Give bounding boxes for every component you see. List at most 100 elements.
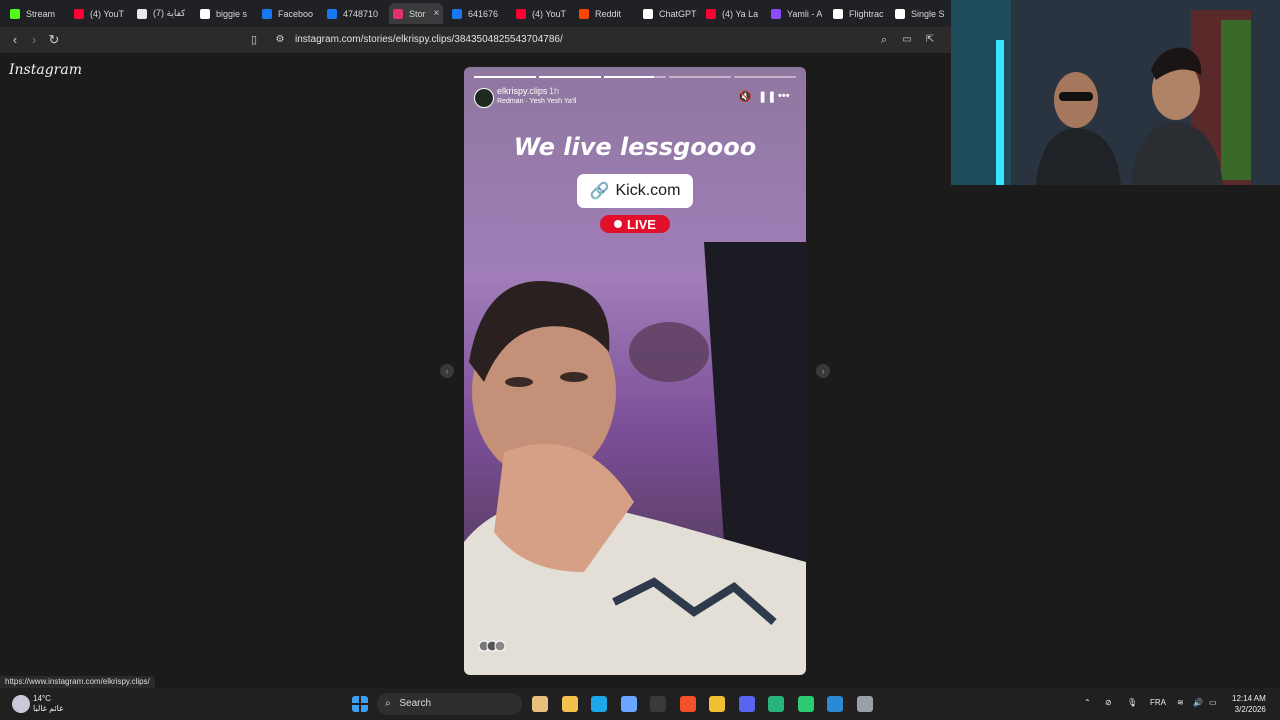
- tab-favicon-icon: [516, 8, 526, 19]
- zoom-icon[interactable]: ⌕: [876, 32, 892, 48]
- avatar[interactable]: [474, 88, 494, 108]
- tab-2[interactable]: (7) كفاية: [137, 3, 185, 24]
- webcam-overlay: [951, 0, 1280, 185]
- chrome-icon[interactable]: [709, 696, 725, 712]
- pause-icon[interactable]: ❚❚: [758, 90, 776, 103]
- tab-11[interactable]: (4) Ya La: [706, 3, 758, 24]
- volume-icon[interactable]: 🔊: [1193, 698, 1203, 707]
- tab-favicon-icon: [706, 8, 716, 19]
- language-indicator[interactable]: FRA: [1150, 698, 1166, 707]
- clock-time: 12:14 AM: [1232, 694, 1266, 703]
- tab-favicon-icon: [579, 8, 589, 19]
- tab-3[interactable]: biggie s: [200, 3, 247, 24]
- instagram-logo[interactable]: Instagram: [9, 62, 82, 78]
- search-label: Search: [399, 698, 432, 709]
- tab-13[interactable]: Flightrac: [833, 3, 884, 24]
- clock-date: 3/2/2026: [1234, 705, 1266, 714]
- story-headline: We live lessgoooo: [513, 133, 757, 161]
- address-bar[interactable]: instagram.com/stories/elkrispy.clips/384…: [295, 34, 563, 45]
- tray-overflow-icon[interactable]: ⌃: [1084, 698, 1091, 707]
- tab-label: (7) كفاية: [153, 8, 186, 18]
- play-icon[interactable]: [797, 696, 814, 712]
- tab-9[interactable]: Reddit: [579, 3, 621, 24]
- story-progress-segment: [474, 76, 536, 78]
- tab-label: Yamli - A: [787, 8, 823, 19]
- reload-icon[interactable]: ↻: [46, 32, 62, 48]
- battery-icon[interactable]: ▭: [1209, 698, 1217, 707]
- network-off-icon[interactable]: ⊘: [1105, 698, 1112, 707]
- story-progress-segment: [669, 76, 731, 78]
- brave-icon[interactable]: [679, 696, 696, 712]
- next-story-icon[interactable]: ›: [816, 364, 830, 378]
- tab-favicon-icon: [833, 8, 843, 19]
- tab-favicon-icon: [10, 8, 20, 19]
- weather-icon[interactable]: [12, 695, 30, 713]
- bookmark-icon[interactable]: ▯: [246, 32, 262, 48]
- store-icon[interactable]: [620, 696, 637, 712]
- link-sticker[interactable]: 🔗 Kick.com: [577, 174, 693, 208]
- back-icon[interactable]: ‹: [7, 32, 23, 48]
- link-sticker-text: Kick.com: [615, 182, 681, 199]
- cast-icon[interactable]: ▭: [899, 32, 915, 48]
- tab-label: Stor: [409, 8, 426, 19]
- edge-icon[interactable]: [591, 696, 607, 712]
- tab-1[interactable]: (4) YouT: [74, 3, 124, 24]
- story-username[interactable]: elkrispy.clips: [497, 86, 547, 96]
- tab-favicon-icon: [74, 8, 84, 19]
- tab-favicon-icon: [771, 8, 781, 19]
- live-badge: LIVE: [600, 215, 670, 233]
- tab-favicon-icon: [452, 8, 462, 19]
- previous-story-icon[interactable]: ‹: [440, 364, 454, 378]
- start-windows-icon[interactable]: [352, 696, 368, 712]
- tab-7[interactable]: 641676: [452, 3, 498, 24]
- tab-favicon-icon: [393, 8, 403, 19]
- app-icon[interactable]: [768, 696, 784, 712]
- taskbar-clock[interactable]: 12:14 AM 3/2/2026: [1232, 693, 1266, 715]
- tab-close-icon[interactable]: ×: [434, 8, 440, 19]
- story-viewer[interactable]: elkrispy.clips 1h Redman · Yesh Yesh Ya'…: [464, 67, 806, 675]
- tab-10[interactable]: ChatGPT: [643, 3, 697, 24]
- weather-widget[interactable]: 14°C غائم غالبا: [33, 694, 63, 714]
- tab-label: Stream: [26, 8, 56, 19]
- story-time: 1h: [549, 86, 560, 96]
- tab-4[interactable]: Faceboo: [262, 3, 313, 24]
- status-bar-url: https://www.instagram.com/elkrispy.clips…: [0, 676, 155, 688]
- wifi-icon[interactable]: ≋: [1177, 698, 1184, 707]
- live-dot-icon: [614, 220, 623, 228]
- azure-icon[interactable]: [827, 696, 843, 712]
- tab-favicon-icon: [895, 8, 905, 19]
- weather-temp: 14°C: [33, 694, 51, 703]
- taskbar-search[interactable]: ⌕ Search: [377, 693, 522, 715]
- tab-label: Flightrac: [849, 8, 884, 19]
- weather-desc: غائم غالبا: [33, 704, 64, 713]
- story-song[interactable]: Redman · Yesh Yesh Ya'll: [497, 98, 576, 105]
- widgets-icon[interactable]: [532, 696, 548, 712]
- share-icon[interactable]: ⇱: [922, 32, 938, 48]
- discord-icon[interactable]: [738, 696, 755, 712]
- mute-icon[interactable]: 🔇: [738, 90, 752, 103]
- more-options-icon[interactable]: •••: [778, 90, 790, 102]
- notion-icon[interactable]: [650, 696, 666, 712]
- tab-favicon-icon: [137, 8, 147, 19]
- tab-14[interactable]: Single S: [895, 3, 945, 24]
- tab-0[interactable]: Stream: [10, 3, 55, 24]
- tab-6[interactable]: Stor ×: [389, 3, 444, 24]
- site-info-icon[interactable]: ⚙: [272, 32, 288, 48]
- tab-label: Single S: [911, 8, 945, 19]
- tab-favicon-icon: [262, 8, 272, 19]
- tab-label: (4) YouT: [532, 8, 567, 19]
- folder-icon[interactable]: [561, 696, 578, 712]
- microphone-icon[interactable]: 🎙: [1127, 698, 1137, 707]
- tab-8[interactable]: (4) YouT: [516, 3, 566, 24]
- tab-5[interactable]: 4748710: [327, 3, 378, 24]
- forward-icon[interactable]: ›: [26, 32, 42, 48]
- search-icon: ⌕: [385, 698, 391, 709]
- tab-label: Reddit: [595, 8, 622, 19]
- tab-12[interactable]: Yamli - A: [771, 3, 822, 24]
- viewer-avatars[interactable]: [478, 640, 510, 652]
- tab-label: (4) YouT: [90, 8, 125, 19]
- seen-by-count[interactable]: Seen by 23: [478, 655, 508, 661]
- story-progress-segment: [734, 76, 796, 78]
- settings-icon[interactable]: [856, 696, 873, 712]
- windows-taskbar: 14°C غائم غالبا ⌕ Search ⌃ ⊘ 🎙 FRA ≋ 🔊 ▭…: [0, 688, 1280, 720]
